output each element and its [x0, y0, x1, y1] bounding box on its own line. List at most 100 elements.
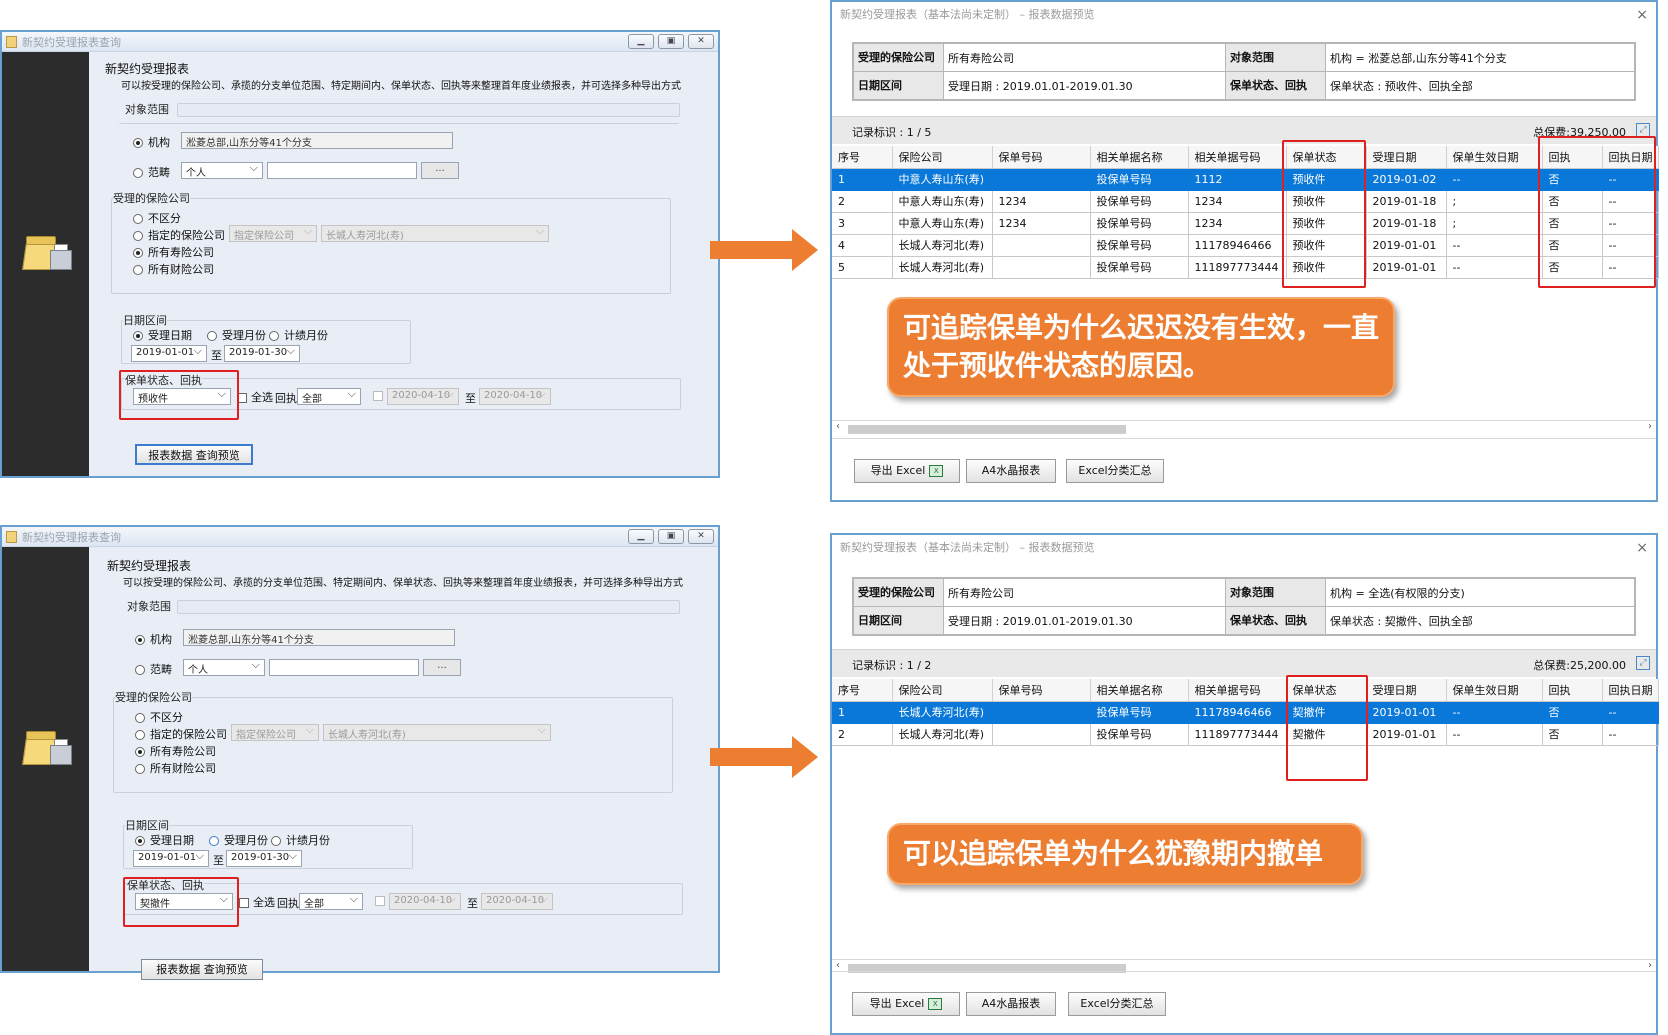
fullscreen-icon[interactable]: ⤢ — [1636, 656, 1650, 670]
browse-button[interactable]: ... — [421, 162, 459, 179]
table-row[interactable]: 2 中意人寿山东(寿) 1234 投保单号码 1234 预收件 2019-01-18; 否 -- — [832, 190, 1659, 213]
date-option-0[interactable]: 受理日期 — [133, 327, 192, 343]
excel-summary-button[interactable]: Excel分类汇总 — [1066, 459, 1164, 483]
table-row[interactable]: 1 中意人寿山东(寿) 投保单号码 1112 预收件 2019-01-02 -- 否 -- — [832, 168, 1659, 191]
org-field[interactable]: 淞菱总部,山东分等41个分支 — [183, 629, 455, 646]
column-header[interactable]: 保单号码 — [992, 679, 1091, 702]
hdr-insurer-label: 受理的保险公司 — [853, 578, 944, 607]
report-description: 可以按受理的保险公司、承揽的分支单位范围、特定期间内、保单状态、回执等来整理首年… — [121, 81, 681, 92]
receipt-date-to[interactable]: 2020-04-10 — [481, 893, 553, 910]
table-row[interactable]: 5 长城人寿河北(寿) 投保单号码 111897773444 预收件 2019-01-01… — [832, 256, 1659, 279]
date-option-2[interactable]: 计绩月份 — [269, 327, 328, 343]
table-cell: 1 — [832, 168, 893, 191]
scroll-left-icon[interactable]: ‹ — [836, 960, 840, 971]
date-from-field[interactable]: 2019-01-01 — [131, 345, 207, 362]
browse-button[interactable]: ... — [423, 659, 461, 676]
date-to-field[interactable]: 2019-01-30 — [224, 345, 300, 362]
receipt-date-checkbox[interactable] — [373, 389, 387, 402]
hdr-status-value: 保单状态 : 预收件、回执全部 — [1325, 71, 1635, 100]
table-cell: 中意人寿山东(寿) — [892, 212, 993, 235]
receipt-date-to[interactable]: 2020-04-10 — [479, 388, 551, 405]
column-header[interactable]: 相关单据号码 — [1188, 679, 1287, 702]
date-option-1[interactable]: 受理月份 — [209, 832, 268, 848]
maximize-button[interactable]: ▣ — [658, 34, 684, 49]
query-preview-button[interactable]: 报表数据 查询预览 — [141, 959, 263, 980]
export-excel-button[interactable]: 导出 Excel X — [854, 459, 960, 483]
date-option-1[interactable]: 受理月份 — [207, 327, 266, 343]
excel-summary-button[interactable]: Excel分类汇总 — [1068, 992, 1166, 1016]
insurer-specified-select[interactable]: 指定保险公司 — [229, 225, 317, 242]
column-header[interactable]: 回执日期 — [1602, 679, 1659, 702]
insurer-company-select[interactable]: 长城人寿河北(寿) — [321, 225, 549, 242]
insurer-option-1[interactable]: 指定的保险公司 — [135, 726, 227, 742]
column-header[interactable]: 保单生效日期 — [1446, 146, 1543, 169]
scroll-right-icon[interactable]: › — [1648, 960, 1652, 971]
org-field[interactable]: 淞菱总部,山东分等41个分支 — [181, 132, 453, 149]
export-excel-button[interactable]: 导出 Excel X — [852, 992, 960, 1016]
receipt-date-from[interactable]: 2020-04-10 — [389, 893, 461, 910]
receipt-select[interactable]: 全部 — [297, 388, 361, 405]
table-row[interactable]: 1 长城人寿河北(寿) 投保单号码 11178946466 契撤件 2019-01-01-… — [832, 701, 1659, 724]
maximize-button[interactable]: ▣ — [658, 529, 684, 544]
radio-org[interactable]: 机构 — [133, 134, 170, 150]
insurer-specified-select[interactable]: 指定保险公司 — [231, 724, 319, 741]
minimize-button[interactable]: ▁ — [628, 34, 654, 49]
scroll-left-icon[interactable]: ‹ — [836, 421, 840, 432]
insurer-option-2[interactable]: 所有寿险公司 — [135, 743, 216, 759]
column-header[interactable]: 受理日期 — [1366, 679, 1447, 702]
category-select[interactable]: 个人 — [181, 162, 263, 179]
column-header[interactable]: 相关单据名称 — [1090, 679, 1189, 702]
date-from-field[interactable]: 2019-01-01 — [133, 850, 209, 867]
insurer-company-select[interactable]: 长城人寿河北(寿) — [323, 724, 551, 741]
receipt-date-checkbox[interactable] — [375, 894, 389, 907]
category-text-field[interactable] — [267, 162, 417, 179]
scrollbar-thumb[interactable] — [848, 425, 1126, 434]
receipt-date-from[interactable]: 2020-04-10 — [387, 388, 459, 405]
column-header[interactable]: 序号 — [832, 679, 893, 702]
insurer-option-0[interactable]: 不区分 — [133, 210, 181, 226]
a4-report-button[interactable]: A4水晶报表 — [966, 459, 1056, 483]
report-footer: 导出 Excel X A4水晶报表 Excel分类汇总 — [832, 971, 1656, 1033]
column-header[interactable]: 保险公司 — [892, 146, 993, 169]
a4-report-button[interactable]: A4水晶报表 — [966, 992, 1056, 1016]
date-to-field[interactable]: 2019-01-30 — [226, 850, 302, 867]
category-select[interactable]: 个人 — [183, 659, 265, 676]
insurer-option-3[interactable]: 所有财险公司 — [135, 760, 216, 776]
date-option-0[interactable]: 受理日期 — [135, 832, 194, 848]
category-text-field[interactable] — [269, 659, 419, 676]
table-row[interactable]: 3 中意人寿山东(寿) 1234 投保单号码 1234 预收件 2019-01-18; 否 -- — [832, 212, 1659, 235]
close-icon[interactable]: × — [1636, 2, 1648, 28]
column-header[interactable]: 回执 — [1542, 679, 1603, 702]
insurer-option-0[interactable]: 不区分 — [135, 709, 183, 725]
scroll-right-icon[interactable]: › — [1648, 421, 1652, 432]
table-row[interactable]: 2 长城人寿河北(寿) 投保单号码 111897773444 契撤件 2019-01-01… — [832, 723, 1659, 746]
column-header[interactable]: 序号 — [832, 146, 893, 169]
close-button[interactable]: ✕ — [688, 34, 714, 49]
date-option-2[interactable]: 计绩月份 — [271, 832, 330, 848]
table-cell: 2019-01-01 — [1366, 234, 1447, 257]
close-button[interactable]: ✕ — [688, 529, 714, 544]
insurer-option-1[interactable]: 指定的保险公司 — [133, 227, 225, 243]
select-all-checkbox[interactable]: 全选 — [239, 894, 275, 910]
close-icon[interactable]: × — [1636, 535, 1648, 561]
radio-category[interactable]: 范畴 — [135, 661, 172, 677]
radio-org[interactable]: 机构 — [135, 631, 172, 647]
horizontal-scrollbar[interactable]: ‹ › — [832, 420, 1656, 436]
radio-category[interactable]: 范畴 — [133, 164, 170, 180]
column-header[interactable]: 保单号码 — [992, 146, 1091, 169]
minimize-button[interactable]: ▁ — [628, 529, 654, 544]
column-header[interactable]: 保单生效日期 — [1446, 679, 1543, 702]
select-all-checkbox[interactable]: 全选 — [237, 389, 273, 405]
query-preview-button[interactable]: 报表数据 查询预览 — [135, 444, 253, 465]
column-header[interactable]: 相关单据名称 — [1090, 146, 1189, 169]
column-header[interactable]: 相关单据号码 — [1188, 146, 1287, 169]
receipt-select[interactable]: 全部 — [299, 893, 363, 910]
table-row[interactable]: 4 长城人寿河北(寿) 投保单号码 11178946466 预收件 2019-01-01-… — [832, 234, 1659, 257]
column-header[interactable]: 受理日期 — [1366, 146, 1447, 169]
insurer-option-3[interactable]: 所有财险公司 — [133, 261, 214, 277]
fullscreen-icon[interactable]: ⤢ — [1636, 123, 1650, 137]
report-header: 受理的保险公司 所有寿险公司 对象范围 机构 = 全选(有权限的分支) 日期区间… — [852, 577, 1636, 636]
hdr-scope-value: 机构 = 淞菱总部,山东分等41个分支 — [1325, 43, 1635, 72]
insurer-option-2[interactable]: 所有寿险公司 — [133, 244, 214, 260]
column-header[interactable]: 保险公司 — [892, 679, 993, 702]
